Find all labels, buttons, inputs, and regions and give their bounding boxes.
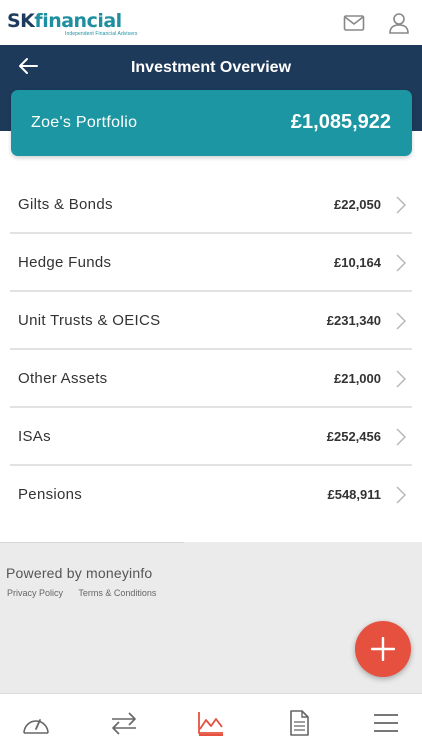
chart-icon[interactable] — [196, 709, 226, 737]
chevron-right-icon — [396, 370, 406, 388]
mail-icon[interactable] — [342, 11, 366, 35]
powered-by-text: Powered by moneyinfo — [6, 565, 153, 581]
add-button[interactable] — [355, 621, 411, 677]
footer-divider — [0, 542, 184, 543]
category-value: £548,911 — [327, 487, 381, 502]
category-value: £21,000 — [334, 371, 381, 386]
category-label: Gilts & Bonds — [18, 196, 113, 213]
category-label: Unit Trusts & OEICS — [18, 312, 161, 329]
chevron-right-icon — [396, 486, 406, 504]
plus-icon — [371, 637, 395, 661]
bottom-tab-bar — [0, 693, 422, 750]
top-bar: SKfinancial Independent Financial Advise… — [0, 0, 422, 45]
transfer-icon[interactable] — [109, 709, 139, 737]
list-item[interactable]: Hedge Funds £10,164 — [10, 234, 412, 292]
category-value: £252,456 — [326, 429, 381, 444]
list-item[interactable]: Unit Trusts & OEICS £231,340 — [10, 292, 412, 350]
brand-name-bold: SK — [7, 10, 35, 32]
dashboard-icon[interactable] — [21, 709, 51, 737]
user-icon[interactable] — [387, 11, 411, 35]
menu-icon[interactable] — [371, 709, 401, 737]
portfolio-summary-card[interactable]: Zoe's Portfolio £1,085,922 — [11, 90, 412, 156]
category-label: Pensions — [18, 486, 83, 503]
document-icon[interactable] — [284, 709, 314, 737]
list-item[interactable]: Pensions £548,911 — [10, 466, 412, 524]
category-label: Hedge Funds — [18, 254, 112, 271]
chevron-right-icon — [396, 254, 406, 272]
list-item[interactable]: Gilts & Bonds £22,050 — [10, 176, 412, 234]
category-value: £10,164 — [334, 255, 381, 270]
footer-links: Privacy Policy Terms & Conditions — [7, 588, 169, 598]
list-item[interactable]: ISAs £252,456 — [10, 408, 412, 466]
chevron-right-icon — [396, 428, 406, 446]
category-value: £231,340 — [326, 313, 381, 328]
category-value: £22,050 — [334, 197, 381, 212]
page-title: Investment Overview — [130, 59, 292, 76]
brand-tagline: Independent Financial Advisers — [65, 31, 138, 37]
chevron-right-icon — [396, 196, 406, 214]
list-item[interactable]: Other Assets £21,000 — [10, 350, 412, 408]
footer: Powered by moneyinfo Privacy Policy Term… — [0, 542, 422, 693]
terms-link[interactable]: Terms & Conditions — [78, 588, 156, 598]
category-label: Other Assets — [18, 370, 108, 387]
investment-category-list: Gilts & Bonds £22,050 Hedge Funds £10,16… — [10, 176, 412, 524]
privacy-policy-link[interactable]: Privacy Policy — [7, 588, 63, 598]
brand-logo[interactable]: SKfinancial Independent Financial Advise… — [7, 10, 138, 37]
portfolio-name: Zoe's Portfolio — [31, 114, 138, 131]
portfolio-total-value: £1,085,922 — [290, 111, 391, 133]
chevron-right-icon — [396, 312, 406, 330]
brand-name-rest: financial — [34, 10, 122, 32]
category-label: ISAs — [18, 428, 51, 445]
